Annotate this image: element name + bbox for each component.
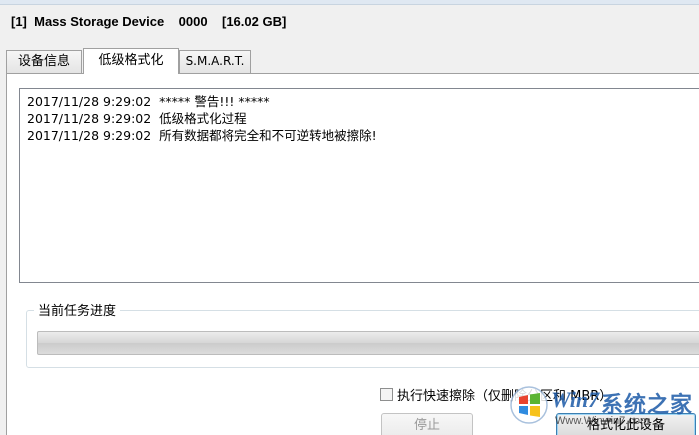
progress-group-label: 当前任务进度 <box>34 300 121 319</box>
tab-smart[interactable]: S.M.A.R.T. <box>179 50 251 73</box>
stop-button[interactable]: 停止 <box>381 413 473 435</box>
format-device-button[interactable]: 格式化此设备 <box>556 413 696 435</box>
quick-wipe-option[interactable]: 执行快速擦除（仅删除分区和 MBR） <box>380 385 612 404</box>
device-title: [1] Mass Storage Device 0000 [16.02 GB] <box>11 14 287 29</box>
log-line: 2017/11/28 9:29:02 低级格式化过程 <box>27 111 247 126</box>
task-progress-bar <box>37 331 699 355</box>
log-line: 2017/11/28 9:29:02 ***** 警告!!! ***** <box>27 94 270 109</box>
tab-low-level-format[interactable]: 低级格式化 <box>83 48 179 74</box>
quick-wipe-checkbox[interactable] <box>380 388 393 401</box>
log-textarea[interactable]: 2017/11/28 9:29:02 ***** 警告!!! ***** 201… <box>19 88 699 283</box>
log-line: 2017/11/28 9:29:02 所有数据都将完全和不可逆转地被擦除! <box>27 128 377 143</box>
tab-device-info[interactable]: 设备信息 <box>6 50 82 73</box>
quick-wipe-label: 执行快速擦除（仅删除分区和 MBR） <box>397 389 613 404</box>
window-top-strip <box>0 0 699 5</box>
